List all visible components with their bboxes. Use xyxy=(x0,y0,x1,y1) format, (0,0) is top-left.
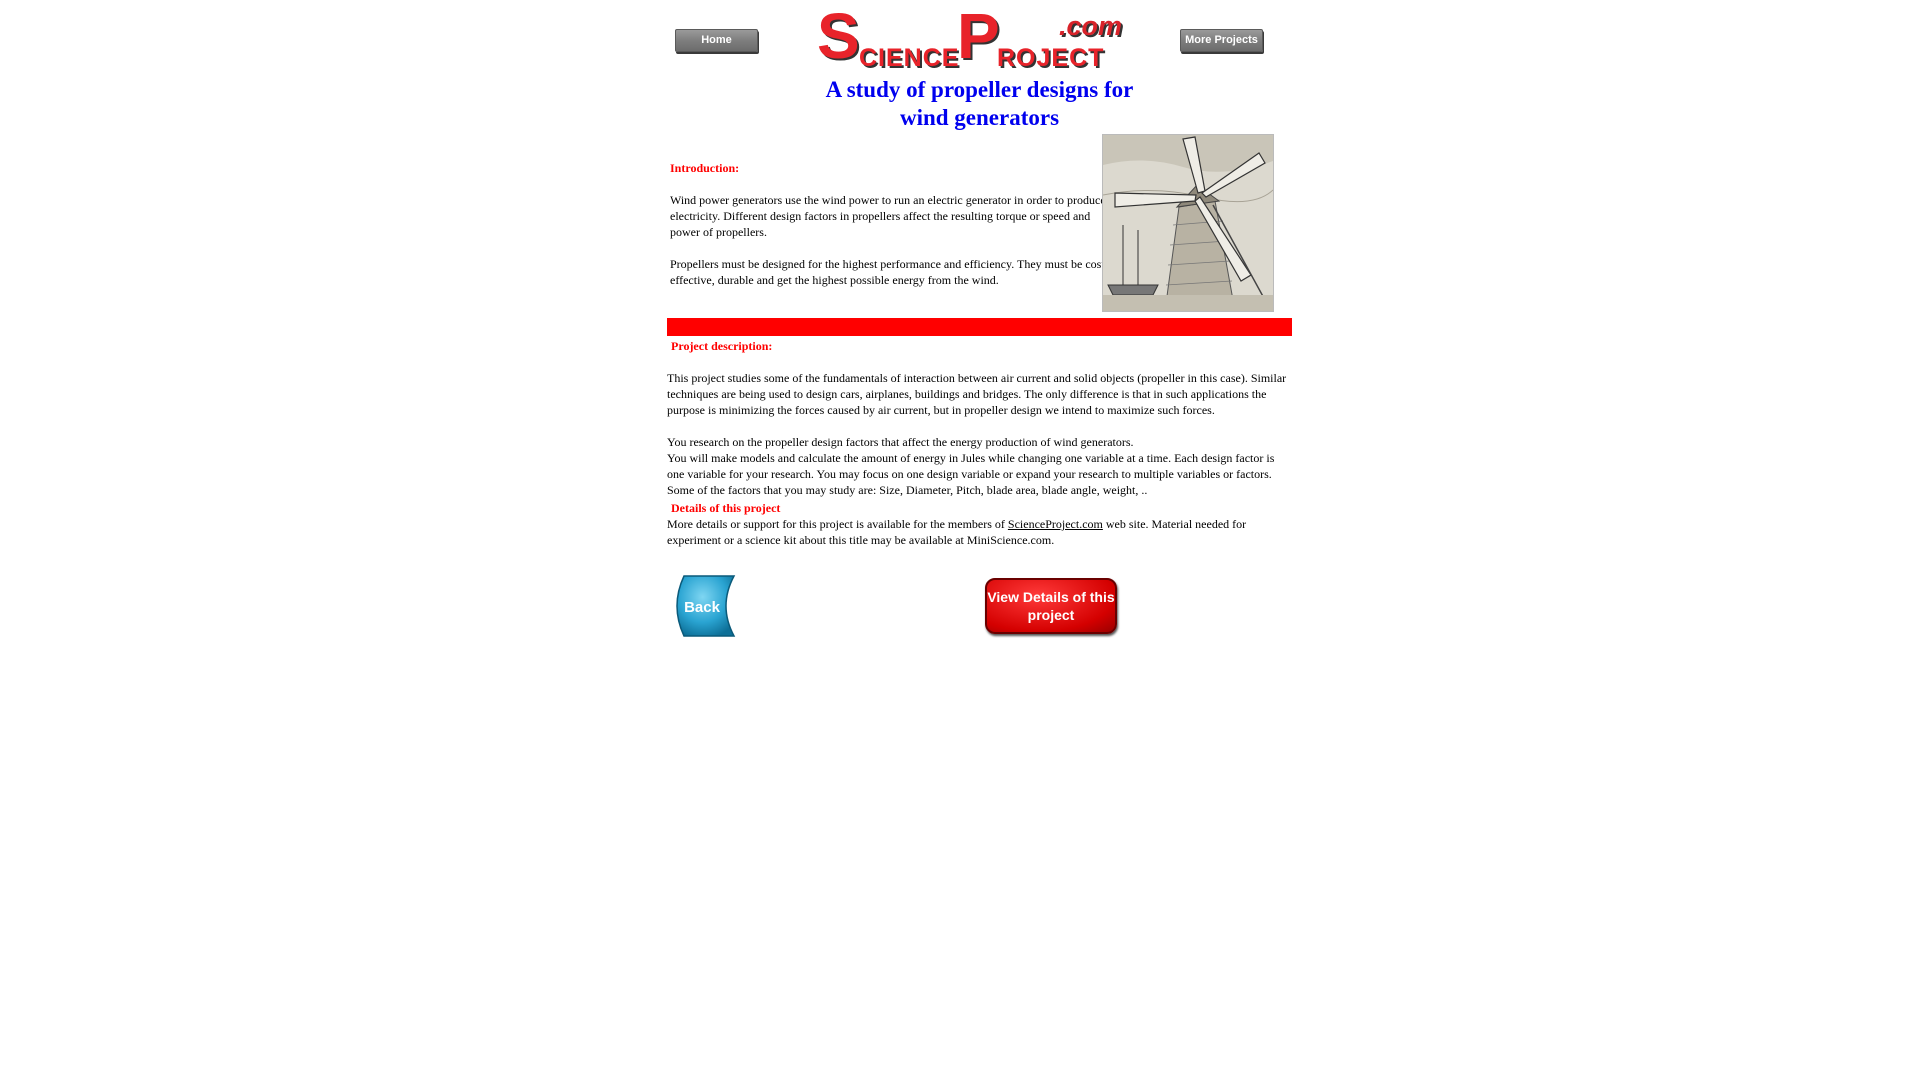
page-title: A study of propeller designs for wind ge… xyxy=(825,77,1134,130)
intro-section: Introduction: Wind power generators use … xyxy=(667,134,1292,314)
section-divider-bar xyxy=(667,318,1292,336)
project-description-section: Project description: This project studie… xyxy=(667,336,1292,548)
details-paragraph: More details or support for this project… xyxy=(667,516,1292,548)
home-button[interactable]: Home xyxy=(675,29,758,52)
intro-heading: Introduction: xyxy=(670,161,740,175)
description-heading: Project description: xyxy=(671,339,773,353)
back-label: Back xyxy=(684,599,721,616)
details-heading: Details of this project xyxy=(671,501,781,515)
header: Home S CIENCE P ROJECT .com More Project… xyxy=(667,0,1292,76)
description-paragraph-2a: You research on the propeller design fac… xyxy=(667,435,1134,449)
scienceproject-link[interactable]: ScienceProject.com xyxy=(1008,517,1103,531)
bottom-buttons: Back View Details of this project xyxy=(667,574,1292,654)
logo-roject: ROJECT xyxy=(997,44,1105,72)
logo-letter-p: P xyxy=(957,0,1000,72)
description-paragraph-2b: You will make models and calculate the a… xyxy=(667,451,1275,497)
description-paragraph-1: This project studies some of the fundame… xyxy=(667,371,1287,417)
intro-paragraph-2: Propellers must be designed for the high… xyxy=(670,257,1105,287)
details-prefix: More details or support for this project… xyxy=(667,517,1008,531)
logo-cience: CIENCE xyxy=(859,44,960,72)
windmill-image xyxy=(1102,134,1274,312)
intro-text: Introduction: Wind power generators use … xyxy=(670,160,1115,288)
view-details-button[interactable]: View Details of this project xyxy=(985,578,1117,634)
logo-dotcom: .com xyxy=(1059,11,1123,41)
site-logo[interactable]: S CIENCE P ROJECT .com xyxy=(817,0,1137,72)
page-container: Home S CIENCE P ROJECT .com More Project… xyxy=(667,0,1292,654)
intro-paragraph-1: Wind power generators use the wind power… xyxy=(670,193,1106,239)
logo-letter-s: S xyxy=(817,0,860,72)
back-button[interactable]: Back xyxy=(670,574,736,643)
more-projects-button[interactable]: More Projects xyxy=(1180,29,1263,52)
